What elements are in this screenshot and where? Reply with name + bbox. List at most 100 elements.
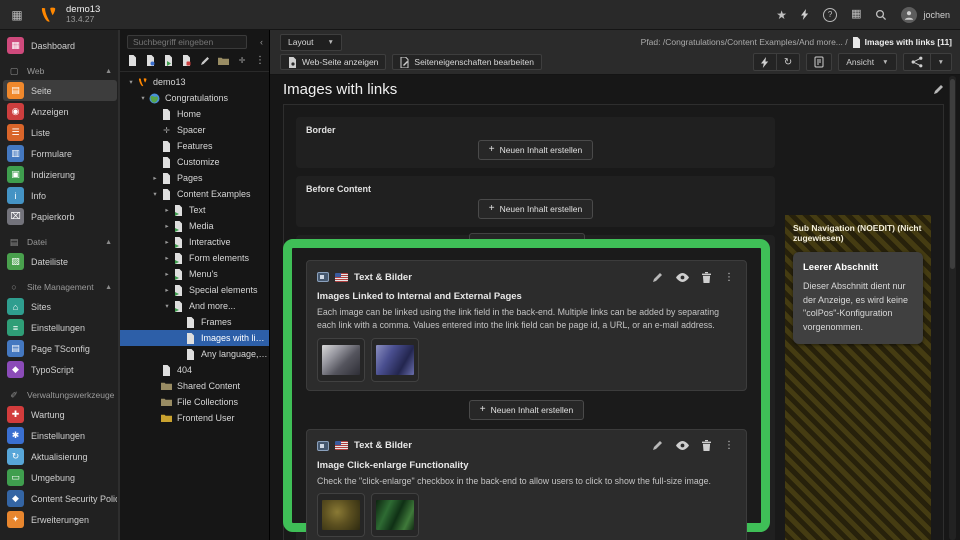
sidebar-item-sites[interactable]: ⌂Sites — [3, 296, 117, 317]
new-page-icon[interactable] — [127, 54, 137, 67]
tree-node-customize[interactable]: Customize — [120, 154, 269, 170]
edit-pencil-icon[interactable] — [652, 272, 663, 283]
avatar[interactable] — [901, 7, 917, 23]
tree-node-menu-s[interactable]: ▸Menu's — [120, 266, 269, 282]
scrollbar-thumb[interactable] — [950, 79, 955, 269]
username[interactable]: jochen — [923, 10, 950, 20]
edit-pencil-icon[interactable] — [652, 440, 663, 451]
sidebar-item-page-tsconfig[interactable]: ▤Page TSconfig — [3, 338, 117, 359]
tree-node-images-with-links[interactable]: Images with links — [120, 330, 269, 346]
breadcrumb-page[interactable]: Images with links [11] — [865, 37, 952, 47]
tree-node-form-elements[interactable]: ▸Form elements — [120, 250, 269, 266]
collapse-tree-icon[interactable]: ‹ — [260, 37, 263, 47]
chevron-right-icon[interactable]: ▸ — [162, 254, 172, 262]
tree-node-any-language-any-chara[interactable]: Any language, any chara... — [120, 346, 269, 362]
tree-node-special-elements[interactable]: ▸Special elements — [120, 282, 269, 298]
pagetree-search-input[interactable] — [127, 35, 247, 49]
more-options-kebab-icon[interactable]: ⋮ — [724, 272, 734, 283]
chevron-right-icon[interactable]: ▸ — [150, 174, 160, 182]
sidebar-section-web[interactable]: ▢Web▲ — [0, 62, 120, 80]
visibility-eye-icon[interactable] — [676, 441, 689, 450]
page-user-icon[interactable] — [145, 54, 155, 67]
tree-node-frames[interactable]: Frames — [120, 314, 269, 330]
reload-icon[interactable]: ↻ — [776, 54, 799, 70]
note-icon[interactable] — [807, 54, 831, 70]
sidebar-section-site-management[interactable]: ○Site Management▲ — [0, 278, 120, 296]
sidebar-item-indizierung[interactable]: ▣Indizierung — [3, 164, 117, 185]
image-thumbnail-abstract-olive[interactable] — [317, 493, 365, 537]
new-content-button[interactable]: +Neuen Inhalt erstellen — [469, 400, 585, 420]
flush-cache-bolt-icon[interactable] — [754, 54, 776, 70]
tree-node-pages[interactable]: ▸Pages — [120, 170, 269, 186]
new-content-button[interactable]: +Neuen Inhalt erstellen — [478, 140, 594, 160]
help-icon[interactable]: ? — [823, 8, 837, 22]
sidebar-item-erweiterungen[interactable]: ✦Erweiterungen — [3, 509, 117, 530]
more-options-kebab-icon[interactable]: ⋮ — [724, 440, 734, 451]
tree-node-file-collections[interactable]: File Collections — [120, 394, 269, 410]
sidebar-item-umgebung[interactable]: ▭Umgebung — [3, 467, 117, 488]
sidebar-item-aktualisierung[interactable]: ↻Aktualisierung — [3, 446, 117, 467]
chevron-down-icon[interactable]: ▾ — [150, 190, 160, 198]
sidebar-item-einstellungen[interactable]: ≡Einstellungen — [3, 317, 117, 338]
sidebar-item-typoscript[interactable]: ◆TypoScript — [3, 359, 117, 380]
sidebar-item-dashboard[interactable]: ▦Dashboard — [3, 35, 117, 56]
sidebar-section-verwaltungswerkzeuge[interactable]: ✐Verwaltungswerkzeuge▲ — [0, 386, 120, 404]
sidebar-item-content-security-policy[interactable]: ◆Content Security Policy — [3, 488, 117, 509]
tree-node-shared-content[interactable]: Shared Content — [120, 378, 269, 394]
chevron-down-icon[interactable]: ▾ — [162, 302, 172, 310]
chevron-down-icon[interactable]: ▾ — [138, 94, 148, 102]
sidebar-item-einstellungen[interactable]: ✱Einstellungen — [3, 425, 117, 446]
clear-cache-bolt-icon[interactable] — [801, 9, 809, 20]
new-content-button[interactable]: +Neuen Inhalt erstellen — [478, 199, 594, 219]
edit-page-properties-button[interactable]: Seiteneigenschaften bearbeiten — [392, 54, 542, 70]
image-thumbnail-winter-road[interactable] — [317, 338, 365, 382]
tree-node-and-more[interactable]: ▾And more... — [120, 298, 269, 314]
image-thumbnail-green-leaves[interactable] — [371, 493, 419, 537]
chevron-right-icon[interactable]: ▸ — [162, 238, 172, 246]
tree-node-home[interactable]: Home — [120, 106, 269, 122]
chevron-down-icon[interactable]: ▾ — [126, 78, 136, 86]
tree-node-features[interactable]: Features — [120, 138, 269, 154]
tree-node-congratulations[interactable]: ▾Congratulations — [120, 90, 269, 106]
chevron-right-icon[interactable]: ▸ — [162, 222, 172, 230]
folder-icon[interactable] — [218, 54, 229, 67]
sidebar-item-info[interactable]: iInfo — [3, 185, 117, 206]
chevron-right-icon[interactable]: ▸ — [162, 206, 172, 214]
tree-node-404[interactable]: 404 — [120, 362, 269, 378]
chevron-right-icon[interactable]: ▸ — [162, 270, 172, 278]
modules-grid-icon[interactable]: ▦ — [851, 9, 861, 20]
sidebar-item-liste[interactable]: ☰Liste — [3, 122, 117, 143]
bookmark-star-icon[interactable]: ★ — [776, 9, 787, 21]
share-chevron-icon[interactable]: ▼ — [930, 54, 951, 70]
page-shortcut-icon[interactable] — [163, 54, 173, 67]
delete-trash-icon[interactable] — [702, 440, 711, 451]
sidebar-item-formulare[interactable]: ▥Formulare — [3, 143, 117, 164]
view-dropdown-button[interactable]: Ansicht ▼ — [839, 54, 895, 70]
view-webpage-button[interactable]: Web-Seite anzeigen — [280, 54, 386, 70]
tree-node-frontend-user[interactable]: Frontend User — [120, 410, 269, 426]
chevron-right-icon[interactable]: ▸ — [162, 286, 172, 294]
tree-node-interactive[interactable]: ▸Interactive — [120, 234, 269, 250]
page-external-icon[interactable] — [182, 54, 192, 67]
edit-icon[interactable] — [200, 54, 210, 67]
layout-function-select[interactable]: Layout ▼ — [280, 34, 342, 51]
tree-node-text[interactable]: ▸Text — [120, 202, 269, 218]
sidebar-section-datei[interactable]: ▤Datei▲ — [0, 233, 120, 251]
tree-node-spacer[interactable]: ✛Spacer — [120, 122, 269, 138]
delete-trash-icon[interactable] — [702, 272, 711, 283]
sidebar-item-papierkorb[interactable]: ⌧Papierkorb — [3, 206, 117, 227]
image-thumbnail-winter-cars[interactable] — [371, 338, 419, 382]
tree-node-media[interactable]: ▸Media — [120, 218, 269, 234]
sidebar-item-anzeigen[interactable]: ◉Anzeigen — [3, 101, 117, 122]
spacer-icon[interactable]: ✛ — [237, 54, 247, 67]
modulemenu-toggle-icon[interactable]: ▦ — [0, 8, 34, 22]
tree-more-options-icon[interactable]: ⋮ — [255, 55, 265, 66]
sidebar-item-seite[interactable]: ▤Seite — [3, 80, 117, 101]
share-icon[interactable] — [904, 54, 930, 70]
tree-node-content-examples[interactable]: ▾Content Examples — [120, 186, 269, 202]
search-icon[interactable] — [875, 9, 887, 21]
visibility-eye-icon[interactable] — [676, 273, 689, 282]
edit-page-title-pencil-icon[interactable] — [933, 84, 944, 95]
sidebar-item-wartung[interactable]: ✚Wartung — [3, 404, 117, 425]
scrollbar-track[interactable] — [949, 76, 956, 540]
